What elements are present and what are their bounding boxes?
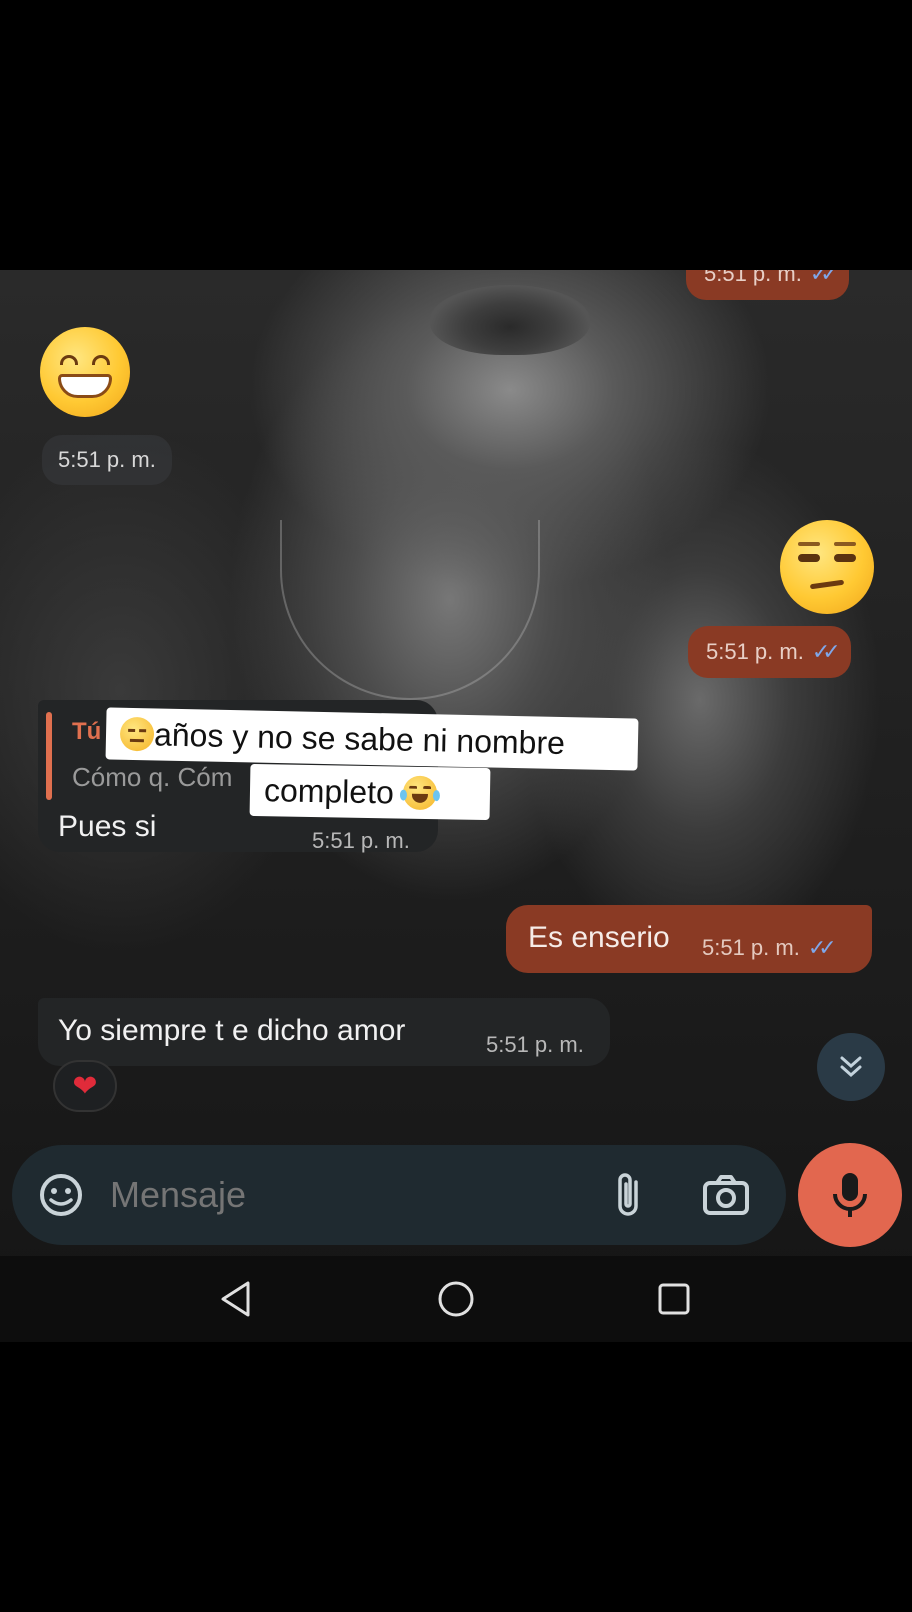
voice-record-button[interactable] bbox=[798, 1143, 902, 1247]
outgoing-message[interactable]: Es enserio 5:51 p. m. ✓✓ bbox=[506, 905, 872, 973]
message-time: 5:51 p. m. bbox=[486, 1032, 584, 1057]
message-input[interactable] bbox=[110, 1171, 570, 1219]
quote-bar bbox=[46, 712, 52, 800]
incoming-message[interactable]: Yo siempre t e dicho amor 5:51 p. m. bbox=[38, 998, 610, 1066]
overlay-caption-line1: años y no se sabe ni nombre bbox=[105, 707, 639, 771]
overlay-text: años y no se sabe ni nombre bbox=[153, 716, 566, 762]
read-ticks-icon: ✓✓ bbox=[809, 270, 839, 286]
double-chevron-down-icon bbox=[840, 1056, 862, 1078]
recents-square-icon[interactable] bbox=[656, 1281, 692, 1317]
message-text: Es enserio bbox=[528, 921, 670, 954]
sticker-icon[interactable] bbox=[38, 1172, 84, 1218]
message-time-incoming: 5:51 p. m. bbox=[42, 435, 172, 485]
message-text: Yo siempre t e dicho amor bbox=[58, 1014, 406, 1047]
quote-author: Tú bbox=[72, 718, 102, 745]
message-text: Pues si bbox=[58, 810, 157, 843]
message-time: 5:51 p. m. bbox=[312, 828, 410, 853]
paperclip-icon[interactable] bbox=[612, 1170, 646, 1220]
quote-text: Cómo q. Cóm bbox=[72, 762, 233, 792]
unamused-face-emoji-message[interactable] bbox=[780, 520, 874, 614]
message-time-outgoing: 5:51 p. m. ✓✓ bbox=[688, 626, 851, 678]
camera-icon[interactable] bbox=[702, 1174, 750, 1216]
time-text: 5:51 p. m. bbox=[58, 447, 156, 472]
microphone-icon bbox=[833, 1173, 867, 1217]
emoji-brow bbox=[834, 542, 856, 546]
grinning-face-emoji-message[interactable] bbox=[40, 327, 130, 417]
message-input-bar bbox=[12, 1145, 786, 1245]
emoji-eye bbox=[834, 554, 856, 562]
time-text: 5:51 p. m. bbox=[702, 935, 800, 960]
system-navigation-bar bbox=[0, 1256, 912, 1342]
emoji-mouth bbox=[809, 579, 845, 590]
overlay-text: completo bbox=[263, 772, 395, 811]
background-photo-detail bbox=[430, 285, 590, 355]
expressionless-face-icon bbox=[119, 716, 155, 752]
read-ticks-icon: ✓✓ bbox=[811, 639, 841, 664]
time-text: 5:51 p. m. bbox=[704, 270, 802, 286]
emoji-brow bbox=[798, 542, 820, 546]
back-triangle-icon[interactable] bbox=[218, 1279, 254, 1319]
read-ticks-icon: ✓✓ bbox=[807, 935, 837, 960]
scroll-to-bottom-button[interactable] bbox=[817, 1033, 885, 1101]
emoji-eye bbox=[60, 355, 78, 365]
emoji-eye bbox=[798, 554, 820, 562]
home-circle-icon[interactable] bbox=[436, 1279, 476, 1319]
emoji-mouth bbox=[58, 374, 112, 398]
message-time: 5:51 p. m. ✓✓ bbox=[702, 935, 837, 961]
tears-of-joy-icon bbox=[399, 775, 440, 811]
emoji-eye bbox=[92, 355, 110, 365]
time-text: 5:51 p. m. bbox=[706, 639, 804, 664]
message-time-outgoing: 5:51 p. m. ✓✓ bbox=[686, 270, 849, 300]
background-photo-detail bbox=[280, 520, 540, 700]
heart-reaction[interactable]: ❤ bbox=[53, 1060, 117, 1112]
heart-icon: ❤ bbox=[72, 1070, 98, 1103]
overlay-caption-line2: completo bbox=[249, 763, 491, 821]
